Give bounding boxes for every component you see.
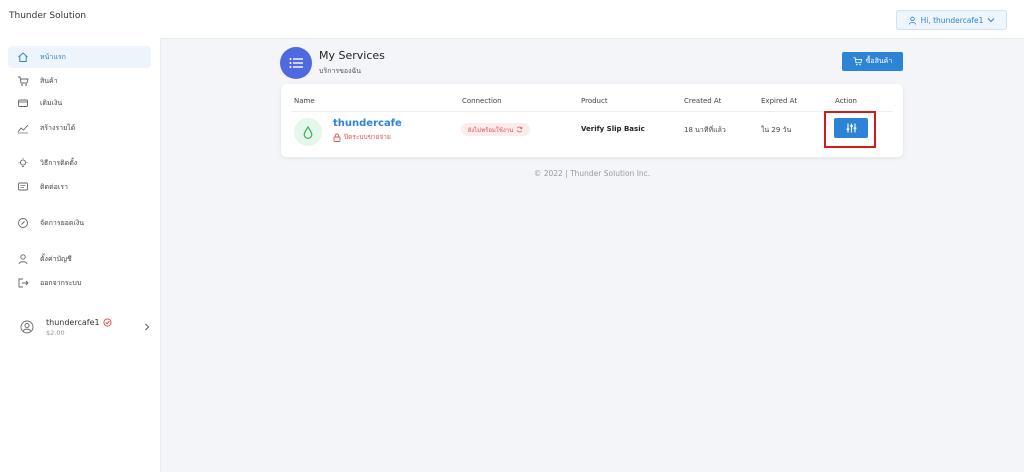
wallet-icon <box>16 96 30 110</box>
page-title: My Services <box>319 49 385 62</box>
services-list-icon <box>280 47 312 79</box>
user-icon <box>908 16 917 25</box>
sidebar-item-label: วิธีการติดตั้ง <box>40 158 78 167</box>
sidebar-item-install-guide[interactable]: วิธีการติดตั้ง <box>8 152 151 174</box>
sidebar-item-label: หน้าแรก <box>40 52 66 61</box>
home-icon <box>16 50 30 64</box>
dollar-icon <box>16 216 30 230</box>
connection-status-badge[interactable]: ยังไม่พร้อมใช้งาน <box>461 123 530 136</box>
sidebar-item-label: ออกจากระบบ <box>40 278 82 287</box>
logout-icon <box>16 276 30 290</box>
sidebar-item-label: ตั้งค่าบัญชี <box>40 254 72 263</box>
top-bar: Hi, thundercafe1 <box>160 0 1024 39</box>
sidebar-item-label: เติมเงิน <box>40 98 63 107</box>
sidebar-item-label: จัดการยอดเงิน <box>40 218 85 227</box>
buy-products-button[interactable]: ซื้อสินค้า <box>842 52 903 71</box>
cart-icon <box>16 74 30 88</box>
chart-line-icon <box>16 121 30 135</box>
sidebar-balance: $2.00 <box>46 328 65 337</box>
chat-icon <box>16 180 30 194</box>
lock-icon <box>333 133 341 142</box>
column-header-created-at: Created At <box>684 97 722 105</box>
refresh-icon <box>516 126 523 133</box>
buy-products-label: ซื้อสินค้า <box>865 57 893 65</box>
sidebar-item-earn[interactable]: สร้างรายได้ <box>8 117 151 139</box>
chevron-down-icon <box>987 17 995 23</box>
avatar-icon <box>20 320 34 334</box>
product-cell: Verify Slip Basic <box>581 125 645 133</box>
sidebar-item-manage-balance[interactable]: จัดการยอดเงิน <box>8 212 151 234</box>
services-table: Name Connection Product Created At Expir… <box>281 84 903 157</box>
service-status-label: ปิดระบบขายจ่าย <box>344 133 391 141</box>
column-header-product: Product <box>581 97 608 105</box>
sidebar-item-home[interactable]: หน้าแรก <box>8 46 151 68</box>
lightbulb-icon <box>16 156 30 170</box>
column-header-action: Action <box>835 97 857 105</box>
sidebar-item-contact[interactable]: ติดต่อเรา <box>8 176 151 198</box>
user-menu-button[interactable]: Hi, thundercafe1 <box>896 10 1007 30</box>
cart-icon <box>853 57 863 66</box>
service-name-link[interactable]: thundercafe <box>333 118 402 129</box>
sidebar-user-card[interactable]: thundercafe1 $2.00 <box>20 312 150 342</box>
expired-at-cell: ใน 29 วัน <box>761 126 792 134</box>
sliders-icon <box>846 123 857 133</box>
sidebar-item-label: ติดต่อเรา <box>40 182 68 191</box>
sidebar-item-logout[interactable]: ออกจากระบบ <box>8 272 151 294</box>
sidebar-item-topup[interactable]: เติมเงิน <box>8 92 151 114</box>
sidebar: Thunder Solution หน้าแรก สินค้า เติมเงิน… <box>0 0 161 472</box>
column-header-expired-at: Expired At <box>761 97 798 105</box>
table-divider <box>291 111 893 112</box>
chevron-right-icon <box>144 323 150 331</box>
column-header-name: Name <box>294 97 315 105</box>
connection-status-label: ยังไม่พร้อมใช้งาน <box>467 126 514 134</box>
service-status: ปิดระบบขายจ่าย <box>333 132 391 142</box>
column-header-connection: Connection <box>462 97 502 105</box>
sidebar-item-account-settings[interactable]: ตั้งค่าบัญชี <box>8 248 151 270</box>
sidebar-item-label: สร้างรายได้ <box>40 123 76 132</box>
user-menu-label: Hi, thundercafe1 <box>920 15 984 25</box>
settings-action-button[interactable] <box>834 118 868 138</box>
sidebar-username: thundercafe1 <box>46 317 100 327</box>
brand-name: Thunder Solution <box>9 11 87 21</box>
user-icon <box>16 252 30 266</box>
page-subtitle: บริการของฉัน <box>319 67 362 75</box>
footer-copyright: © 2022 | Thunder Solution Inc. <box>533 169 651 178</box>
sidebar-item-label: สินค้า <box>40 76 58 85</box>
verified-icon <box>103 317 112 327</box>
droplet-icon <box>294 118 322 146</box>
created-at-cell: 18 นาทีที่แล้ว <box>684 126 726 134</box>
sidebar-item-products[interactable]: สินค้า <box>8 70 151 92</box>
